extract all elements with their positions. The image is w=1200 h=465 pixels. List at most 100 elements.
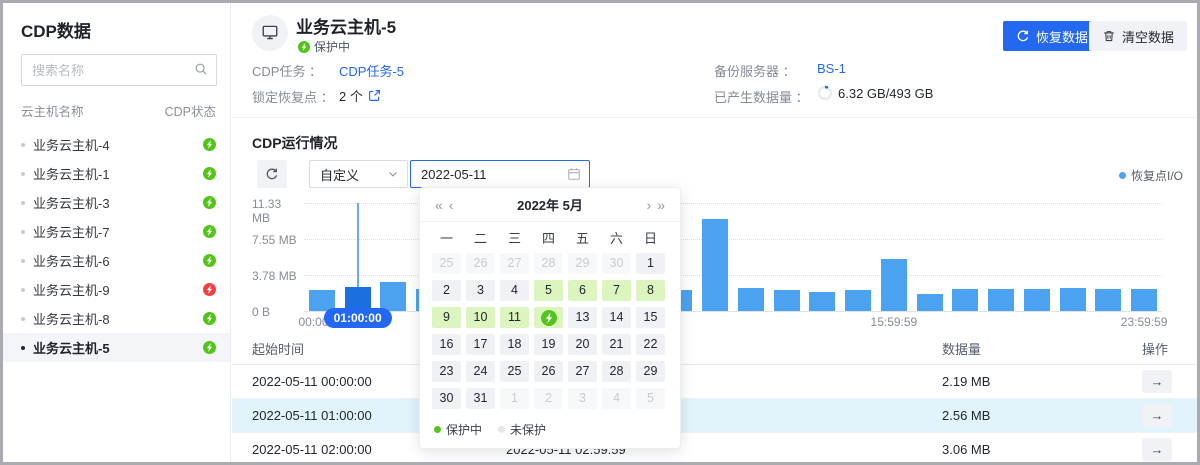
- table-row[interactable]: 2022-05-11 00:00:002022-05-11 00:59:592.…: [232, 365, 1197, 399]
- calendar-day-cell[interactable]: 6: [568, 280, 597, 301]
- chart-bar[interactable]: [809, 292, 835, 311]
- calendar-day-cell[interactable]: 29: [568, 253, 597, 274]
- calendar-day-cell[interactable]: 28: [602, 361, 631, 382]
- calendar-day-cell[interactable]: 26: [466, 253, 495, 274]
- search-input[interactable]: [32, 63, 194, 78]
- table-row[interactable]: 2022-05-11 02:00:002022-05-11 02:59:593.…: [232, 433, 1197, 465]
- calendar-day-cell[interactable]: 27: [568, 361, 597, 382]
- data-volume-text: 6.32 GB/493 GB: [838, 86, 933, 101]
- calendar-day-cell[interactable]: 1: [636, 253, 665, 274]
- restore-data-button[interactable]: 恢复数据: [1003, 21, 1101, 51]
- calendar-day-cell[interactable]: 7: [602, 280, 631, 301]
- calendar-day-cell[interactable]: 24: [466, 361, 495, 382]
- calendar-day-cell[interactable]: 23: [432, 361, 461, 382]
- chart-bar[interactable]: [1131, 289, 1157, 311]
- calendar-day-cell[interactable]: 25: [432, 253, 461, 274]
- chart-bar-slot: [876, 203, 912, 311]
- calendar-day-cell[interactable]: 20: [568, 334, 597, 355]
- calendar-day-cell[interactable]: 15: [636, 307, 665, 328]
- calendar-day-cell[interactable]: 26: [534, 361, 563, 382]
- chart-refresh-button[interactable]: [257, 160, 287, 188]
- calendar-day-cell[interactable]: 4: [500, 280, 529, 301]
- external-link-icon[interactable]: [368, 89, 381, 102]
- sidebar-item-host[interactable]: 业务云主机-1: [3, 159, 230, 188]
- calendar-day-cell[interactable]: 31: [466, 388, 495, 409]
- calendar-day-cell[interactable]: 3: [466, 280, 495, 301]
- calendar-day-cell[interactable]: 18: [500, 334, 529, 355]
- chart-bar[interactable]: [774, 290, 800, 311]
- range-select[interactable]: 自定义: [309, 160, 408, 188]
- calendar-day-cell[interactable]: 11: [500, 307, 529, 328]
- calendar-day-cell[interactable]: 29: [636, 361, 665, 382]
- calendar-day-cell[interactable]: 10: [466, 307, 495, 328]
- calendar-day-cell[interactable]: 9: [432, 307, 461, 328]
- selected-x-tick-pill[interactable]: 01:00:00: [324, 308, 392, 328]
- prev-year-icon[interactable]: «: [432, 197, 446, 213]
- calendar-day-cell[interactable]: 1: [500, 388, 529, 409]
- table-row[interactable]: 2022-05-11 01:00:002022-05-11 01:59:592.…: [232, 399, 1197, 433]
- calendar-day-cell[interactable]: 27: [500, 253, 529, 274]
- calendar-day-cell[interactable]: 30: [602, 253, 631, 274]
- cdp-task-link[interactable]: CDP任务-5: [339, 61, 404, 80]
- sidebar-item-host[interactable]: 业务云主机-9: [3, 275, 230, 304]
- sidebar-title: CDP数据: [21, 17, 230, 42]
- calendar-day-cell[interactable]: 19: [534, 334, 563, 355]
- protected-status-icon: [298, 41, 310, 53]
- chart-bar[interactable]: [988, 289, 1014, 311]
- calendar-day-cell[interactable]: 28: [534, 253, 563, 274]
- sidebar-item-host[interactable]: 业务云主机-3: [3, 188, 230, 217]
- cell-data-size: 2.56 MB: [942, 408, 1142, 423]
- calendar-day-cell[interactable]: 2: [432, 280, 461, 301]
- sidebar-item-host[interactable]: 业务云主机-8: [3, 304, 230, 333]
- calendar-day-cell[interactable]: 16: [432, 334, 461, 355]
- calendar-day-cell[interactable]: 8: [636, 280, 665, 301]
- calendar-day-cell[interactable]: 13: [568, 307, 597, 328]
- host-list: 业务云主机-4业务云主机-1业务云主机-3业务云主机-7业务云主机-6业务云主机…: [3, 130, 230, 362]
- calendar-day-cell[interactable]: 2: [534, 388, 563, 409]
- calendar-day-cell[interactable]: 4: [602, 388, 631, 409]
- calendar-day-cell[interactable]: 14: [602, 307, 631, 328]
- chart-bar[interactable]: [1024, 289, 1050, 311]
- sidebar-column-headers: 云主机名称 CDP状态: [3, 101, 230, 120]
- sidebar-item-host[interactable]: 业务云主机-7: [3, 217, 230, 246]
- clear-data-button[interactable]: 清空数据: [1089, 21, 1187, 51]
- date-input-field[interactable]: [421, 167, 567, 182]
- recovery-points-table: 起始时间 结束时间 数据量 操作 2022-05-11 00:00:002022…: [232, 333, 1197, 462]
- next-month-icon[interactable]: ›: [644, 197, 655, 213]
- weekday-row: 一二三四五六日: [420, 222, 680, 251]
- chart-bar[interactable]: [380, 282, 406, 311]
- prev-month-icon[interactable]: ‹: [446, 197, 457, 213]
- go-to-detail-button[interactable]: →: [1142, 370, 1172, 393]
- calendar-day-cell[interactable]: 17: [466, 334, 495, 355]
- chart-bar[interactable]: [1095, 289, 1121, 311]
- chart-bar[interactable]: [917, 294, 943, 311]
- status-ok-icon: [203, 138, 216, 151]
- sidebar-item-host[interactable]: 业务云主机-4: [3, 130, 230, 159]
- chart-bar[interactable]: [702, 219, 728, 311]
- backup-server-link[interactable]: BS-1: [817, 61, 846, 76]
- search-icon: [194, 62, 208, 79]
- calendar-day-protecting-icon[interactable]: [534, 307, 563, 328]
- chart-bar[interactable]: [1060, 288, 1086, 311]
- calendar-day-cell[interactable]: 21: [602, 334, 631, 355]
- go-to-detail-button[interactable]: →: [1142, 438, 1172, 461]
- chart-bar[interactable]: [881, 259, 907, 311]
- clear-button-label: 清空数据: [1122, 27, 1174, 46]
- chart-bar[interactable]: [952, 289, 978, 311]
- calendar-day-cell[interactable]: 22: [636, 334, 665, 355]
- calendar-day-cell[interactable]: 3: [568, 388, 597, 409]
- search-box[interactable]: [21, 54, 217, 86]
- bullet-icon: [21, 230, 25, 234]
- chart-bar[interactable]: [845, 290, 871, 311]
- chart-bar-slot: [983, 203, 1019, 311]
- calendar-day-cell[interactable]: 30: [432, 388, 461, 409]
- sidebar-item-host[interactable]: 业务云主机-6: [3, 246, 230, 275]
- next-year-icon[interactable]: »: [654, 197, 668, 213]
- go-to-detail-button[interactable]: →: [1142, 404, 1172, 427]
- date-picker-input[interactable]: [410, 160, 590, 188]
- calendar-day-cell[interactable]: 5: [534, 280, 563, 301]
- chart-bar[interactable]: [738, 288, 764, 311]
- calendar-day-cell[interactable]: 5: [636, 388, 665, 409]
- calendar-day-cell[interactable]: 25: [500, 361, 529, 382]
- sidebar-item-host[interactable]: 业务云主机-5: [3, 333, 230, 362]
